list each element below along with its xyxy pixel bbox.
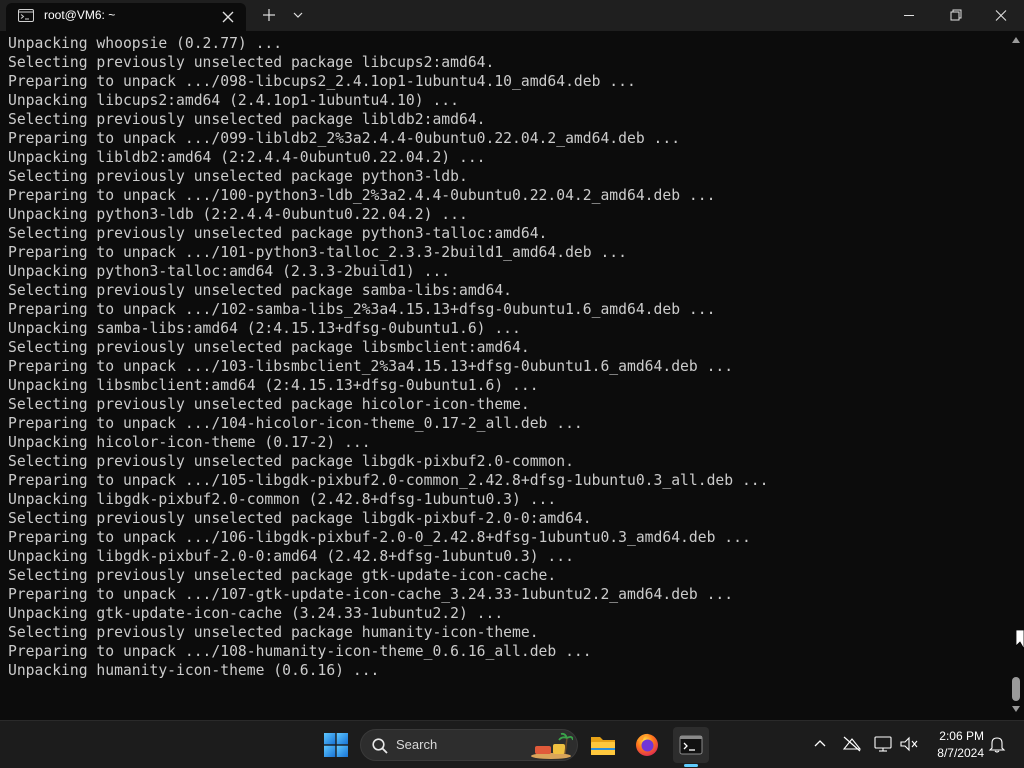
- terminal-line: Preparing to unpack .../104-hicolor-icon…: [8, 415, 583, 432]
- terminal-line: Unpacking libgdk-pixbuf2.0-common (2.42.…: [8, 491, 557, 508]
- new-tab-icon[interactable]: [259, 5, 279, 25]
- search-icon: [372, 738, 388, 754]
- close-window-icon[interactable]: [978, 0, 1024, 31]
- terminal-line: Preparing to unpack .../107-gtk-update-i…: [8, 586, 734, 603]
- search-label: Search: [396, 737, 438, 752]
- terminal-line: Selecting previously unselected package …: [8, 453, 574, 470]
- terminal-line: Selecting previously unselected package …: [8, 624, 539, 641]
- terminal-line: Unpacking libcups2:amd64 (2.4.1op1-1ubun…: [8, 92, 459, 109]
- terminal-line: Unpacking libsmbclient:amd64 (2:4.15.13+…: [8, 377, 539, 394]
- terminal-line: Preparing to unpack .../105-libgdk-pixbu…: [8, 472, 769, 489]
- terminal-line: Unpacking whoopsie (0.2.77) ...: [8, 35, 283, 52]
- terminal-line: Selecting previously unselected package …: [8, 54, 495, 71]
- minimize-icon[interactable]: [886, 0, 932, 31]
- terminal-line: Preparing to unpack .../103-libsmbclient…: [8, 358, 734, 375]
- close-tab-icon[interactable]: [218, 7, 238, 27]
- scroll-down-icon[interactable]: [1012, 705, 1020, 713]
- maximize-icon[interactable]: [932, 0, 978, 31]
- terminal-line: Unpacking libgdk-pixbuf-2.0-0:amd64 (2.4…: [8, 548, 574, 565]
- network-off-icon[interactable]: [841, 733, 863, 755]
- terminal-line: Selecting previously unselected package …: [8, 168, 468, 185]
- windows-start-icon[interactable]: [318, 727, 354, 763]
- terminal-line: Selecting previously unselected package …: [8, 396, 530, 413]
- vertical-scrollbar[interactable]: [1008, 31, 1024, 720]
- firefox-icon[interactable]: [629, 727, 665, 763]
- terminal-output[interactable]: Unpacking whoopsie (0.2.77) ... Selecting…: [0, 31, 1008, 720]
- display-icon[interactable]: [872, 733, 894, 755]
- terminal-line: Preparing to unpack .../098-libcups2_2.4…: [8, 73, 636, 90]
- notification-bell-icon[interactable]: [986, 733, 1008, 755]
- terminal-line: Selecting previously unselected package …: [8, 111, 486, 128]
- terminal-line: Preparing to unpack .../102-samba-libs_2…: [8, 301, 716, 318]
- terminal-icon: [679, 735, 703, 755]
- terminal-line: Preparing to unpack .../101-python3-tall…: [8, 244, 627, 261]
- scroll-up-icon[interactable]: [1012, 36, 1020, 44]
- terminal-line: Unpacking humanity-icon-theme (0.6.16) .…: [8, 662, 380, 679]
- terminal-taskbar-button[interactable]: [673, 727, 709, 763]
- terminal-line: Unpacking hicolor-icon-theme (0.17-2) ..…: [8, 434, 371, 451]
- search-highlight-illustration-icon: [531, 732, 573, 759]
- terminal-line: Unpacking gtk-update-icon-cache (3.24.33…: [8, 605, 504, 622]
- terminal-line: Unpacking python3-talloc:amd64 (2.3.3-2b…: [8, 263, 451, 280]
- terminal-line: Selecting previously unselected package …: [8, 339, 530, 356]
- terminal-line: Unpacking python3-ldb (2:2.4.4-0ubuntu0.…: [8, 206, 468, 223]
- title-bar: root@VM6: ~: [0, 0, 1024, 31]
- file-explorer-icon[interactable]: [585, 727, 621, 763]
- mouse-pointer-icon: [1016, 630, 1024, 650]
- terminal-line: Selecting previously unselected package …: [8, 282, 513, 299]
- volume-muted-icon[interactable]: [898, 733, 920, 755]
- taskbar-search-box[interactable]: Search: [360, 729, 578, 761]
- chevron-up-icon[interactable]: [809, 733, 831, 755]
- terminal-line: Preparing to unpack .../108-humanity-ico…: [8, 643, 592, 660]
- clock-time[interactable]: 2:06 PM: [928, 729, 984, 743]
- terminal-line: Preparing to unpack .../106-libgdk-pixbu…: [8, 529, 751, 546]
- clock-date[interactable]: 8/7/2024: [928, 746, 984, 760]
- terminal-line: Preparing to unpack .../099-libldb2_2%3a…: [8, 130, 681, 147]
- terminal-line: Unpacking libldb2:amd64 (2:2.4.4-0ubuntu…: [8, 149, 486, 166]
- tab-dropdown-icon[interactable]: [289, 5, 307, 25]
- terminal-line: Selecting previously unselected package …: [8, 567, 557, 584]
- terminal-line: Selecting previously unselected package …: [8, 510, 592, 527]
- terminal-line: Preparing to unpack .../100-python3-ldb_…: [8, 187, 716, 204]
- terminal-line: Unpacking samba-libs:amd64 (2:4.15.13+df…: [8, 320, 521, 337]
- active-app-indicator: [684, 764, 698, 767]
- terminal-tab[interactable]: root@VM6: ~: [6, 3, 246, 31]
- scrollbar-thumb[interactable]: [1012, 677, 1020, 701]
- terminal-app-icon: [18, 9, 34, 22]
- taskbar: Search 2:06 PM 8/7/2024: [0, 720, 1024, 768]
- terminal-line: Selecting previously unselected package …: [8, 225, 548, 242]
- tab-title: root@VM6: ~: [44, 8, 116, 22]
